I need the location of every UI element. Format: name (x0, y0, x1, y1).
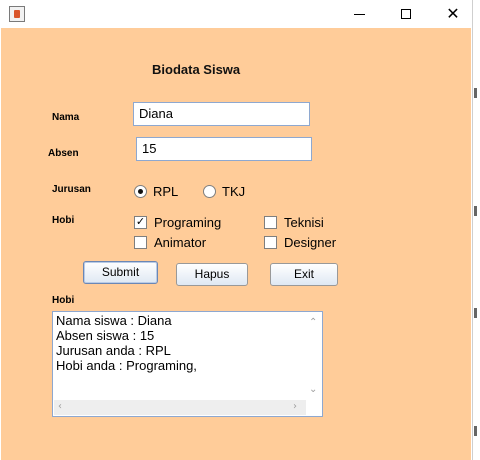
checkbox-animator-label: Animator (154, 235, 207, 250)
scroll-right-icon[interactable]: › (293, 401, 297, 412)
radio-rpl[interactable]: RPL (134, 184, 178, 199)
minimize-button[interactable] (336, 0, 382, 28)
vertical-scrollbar[interactable]: ⌃ ⌄ (306, 313, 321, 400)
checkbox-designer-label: Designer (284, 235, 337, 250)
background-window-mark (474, 308, 477, 318)
radio-unselected-icon (203, 185, 216, 198)
scroll-down-icon[interactable]: ⌄ (309, 384, 317, 395)
minimize-icon (353, 13, 365, 15)
maximize-button[interactable] (383, 0, 429, 28)
absen-input[interactable]: 15 (136, 137, 312, 161)
checkbox-animator[interactable]: Animator (134, 235, 206, 250)
jurusan-label: Jurusan (52, 184, 91, 195)
output-hobi-label: Hobi (52, 295, 75, 306)
radio-rpl-label: RPL (153, 184, 179, 199)
checkbox-programing[interactable]: ✓ Programing (134, 215, 221, 230)
radio-selected-icon (134, 185, 147, 198)
output-textarea[interactable]: Nama siswa : Diana Absen siswa : 15 Juru… (52, 311, 323, 417)
horizontal-scrollbar[interactable]: ‹ › (54, 400, 307, 415)
page-title: Biodata Siswa (152, 62, 241, 77)
background-window-mark (474, 88, 477, 98)
checkbox-icon (134, 236, 147, 249)
submit-button[interactable]: Submit (83, 261, 158, 284)
checkbox-designer[interactable]: Designer (264, 235, 336, 250)
maximize-icon (401, 9, 411, 19)
hapus-button[interactable]: Hapus (176, 263, 248, 286)
checkbox-programing-label: Programing (154, 215, 222, 230)
absen-label: Absen (48, 148, 79, 159)
background-window-mark (474, 426, 477, 436)
checkbox-icon (264, 236, 277, 249)
radio-tkj[interactable]: TKJ (203, 184, 245, 199)
exit-button[interactable]: Exit (270, 263, 338, 286)
radio-tkj-label: TKJ (222, 184, 246, 199)
window-titlebar: ✕ (0, 0, 472, 28)
form-panel: Biodata Siswa Nama Diana Absen 15 Jurusa… (1, 28, 471, 460)
checkbox-checked-icon: ✓ (134, 216, 147, 229)
checkbox-teknisi-label: Teknisi (284, 215, 324, 230)
checkbox-teknisi[interactable]: Teknisi (264, 215, 324, 230)
output-text: Nama siswa : Diana Absen siswa : 15 Juru… (56, 313, 197, 373)
checkbox-icon (264, 216, 277, 229)
nama-input[interactable]: Diana (133, 102, 310, 126)
scroll-left-icon[interactable]: ‹ (58, 401, 62, 412)
background-window-mark (474, 206, 477, 216)
scroll-up-icon[interactable]: ⌃ (309, 317, 317, 328)
nama-label: Nama (52, 112, 80, 123)
java-app-icon (9, 6, 25, 22)
scrollbar-corner (306, 400, 321, 415)
close-icon: ✕ (446, 4, 460, 23)
background-window-edge (472, 0, 480, 460)
hobi-label: Hobi (52, 215, 75, 226)
close-button[interactable]: ✕ (430, 0, 476, 28)
